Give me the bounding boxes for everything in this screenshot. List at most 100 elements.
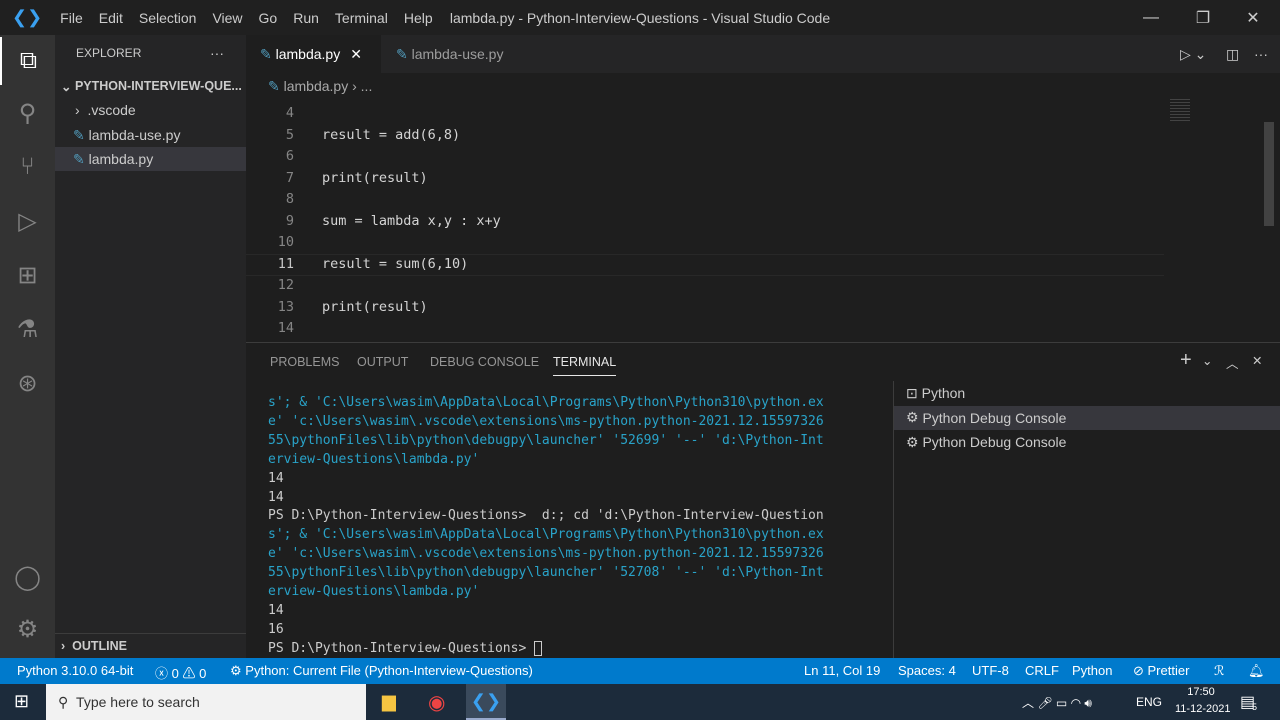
terminal-line: 14 <box>268 489 284 505</box>
chevron-right-icon: › <box>61 638 73 653</box>
item-label: lambda-use.py <box>88 127 181 143</box>
terminal-row: 55\pythonFiles\lib\python\debugpy\launch… <box>268 432 888 451</box>
run-config[interactable]: ⚙ Python: Current File (Python-Interview… <box>230 663 533 679</box>
terminal-item-debug-1[interactable]: ⚙ Python Debug Console <box>894 405 1280 430</box>
terminal-item-python[interactable]: ⊡ Python <box>894 381 1280 406</box>
explorer-icon[interactable]: ⧉ <box>0 37 55 85</box>
editor-tabs: ✎ lambda.py ✕ ✎ lambda-use.py ▷ ⌄ ◫ ··· <box>246 35 1280 73</box>
problems-status[interactable]: ⓧ 0 ⚠ 0 <box>155 663 206 682</box>
taskbar-search[interactable]: ⚲ Type here to search <box>46 684 366 720</box>
vscode-taskbar-icon[interactable]: ❮❯ <box>466 684 506 720</box>
terminal-line: 55\pythonFiles\lib\python\debugpy\launch… <box>268 565 824 581</box>
terminal-row: 14 <box>268 489 888 508</box>
tab-lambda-use[interactable]: ✎ lambda-use.py <box>382 35 542 73</box>
line-number: 12 <box>277 277 294 293</box>
outline-label: OUTLINE <box>72 638 127 653</box>
terminal-line: PS D:\Python-Interview-Questions> d:; cd… <box>268 508 824 524</box>
source-control-icon[interactable]: ⑂ <box>0 143 55 191</box>
language-mode[interactable]: Python <box>1072 663 1112 678</box>
chrome-icon[interactable]: ◉ <box>428 690 445 715</box>
tab-terminal[interactable]: TERMINAL <box>553 355 617 376</box>
menu-file[interactable]: File <box>52 10 91 26</box>
maximize-panel-icon[interactable]: ︿ <box>1226 353 1239 372</box>
more-actions-icon[interactable]: ··· <box>1240 35 1280 73</box>
breadcrumb-file[interactable]: lambda.py <box>284 78 349 94</box>
remote-icon[interactable]: ⊛ <box>0 359 55 407</box>
minimize-button[interactable]: — <box>1128 0 1174 35</box>
outline-section[interactable]: › OUTLINE <box>55 633 246 657</box>
system-tray-icons[interactable]: ︿ 🎤︎ ▭ ◠ 🔊︎ <box>1022 694 1092 711</box>
account-icon[interactable]: ◯ <box>0 553 55 601</box>
restore-button[interactable]: ❐ <box>1180 0 1226 35</box>
line-number: 10 <box>277 234 294 250</box>
warning-icon: ⚠ <box>182 666 200 681</box>
feedback-icon[interactable]: ℛ <box>1214 663 1224 679</box>
clock-date[interactable]: 11-12-2021 <box>1175 703 1230 715</box>
more-actions-icon[interactable]: ··· <box>210 41 240 65</box>
tab-output[interactable]: OUTPUT <box>357 355 408 369</box>
code-line[interactable]: print(result) <box>322 170 428 186</box>
prettier-status[interactable]: ⊘ Prettier <box>1133 663 1189 679</box>
tab-debug-console[interactable]: DEBUG CONSOLE <box>430 355 539 369</box>
chevron-down-icon[interactable]: ⌄ <box>1202 353 1212 368</box>
terminal-line: s'; & 'C:\Users\wasim\AppData\Local\Prog… <box>268 527 824 543</box>
cursor-position[interactable]: Ln 11, Col 19 <box>804 663 880 678</box>
close-panel-icon[interactable]: ✕ <box>1252 353 1262 368</box>
indentation[interactable]: Spaces: 4 <box>898 663 956 678</box>
menu-edit[interactable]: Edit <box>91 10 131 26</box>
tab-label: lambda.py <box>275 46 341 62</box>
line-ending[interactable]: CRLF <box>1025 663 1059 678</box>
new-terminal-icon[interactable]: + <box>1180 349 1192 372</box>
terminal-icon: ⊡ <box>906 384 922 401</box>
menu-go[interactable]: Go <box>251 10 286 26</box>
terminal-label: Python <box>921 385 966 402</box>
editor-scrollbar[interactable] <box>1264 122 1274 226</box>
tab-label: lambda-use.py <box>411 46 504 62</box>
chevron-right-icon: › <box>348 78 361 94</box>
windows-start-icon[interactable]: ⊞ <box>14 691 29 712</box>
terminal-item-debug-2[interactable]: ⚙ Python Debug Console <box>894 430 1280 455</box>
python-file-icon: ✎ <box>260 45 276 62</box>
testing-icon[interactable]: ⚗ <box>0 305 55 353</box>
close-tab-icon[interactable]: ✕ <box>350 46 362 63</box>
tree-item-lambda-use[interactable]: ✎ lambda-use.py <box>55 123 246 147</box>
item-label: lambda.py <box>88 151 154 167</box>
minimap[interactable] <box>1170 99 1262 121</box>
menu-view[interactable]: View <box>204 10 250 26</box>
code-line[interactable]: sum = lambda x,y : x+y <box>322 213 501 229</box>
tab-problems[interactable]: PROBLEMS <box>270 355 339 369</box>
terminal-label: Python Debug Console <box>922 409 1067 426</box>
extensions-icon[interactable]: ⊞ <box>0 251 55 299</box>
menu-help[interactable]: Help <box>396 10 441 26</box>
tab-lambda[interactable]: ✎ lambda.py ✕ <box>246 35 381 73</box>
input-language[interactable]: ENG <box>1136 695 1162 709</box>
code-line[interactable]: result = add(6,8) <box>322 127 460 143</box>
folder-root[interactable]: ⌄ PYTHON-INTERVIEW-QUE... <box>55 74 246 98</box>
terminal-cursor <box>534 640 543 656</box>
tree-item-vscode[interactable]: › .vscode <box>55 98 246 122</box>
terminal-line: s'; & 'C:\Users\wasim\AppData\Local\Prog… <box>268 395 824 410</box>
terminal-output[interactable]: s'; & 'C:\Users\wasim\AppData\Local\Prog… <box>268 394 888 659</box>
menu-run[interactable]: Run <box>285 10 327 26</box>
menu-selection[interactable]: Selection <box>131 10 205 26</box>
tree-item-lambda[interactable]: ✎ lambda.py <box>55 147 246 171</box>
terminal-row: erview-Questions\lambda.py' <box>268 583 888 602</box>
settings-gear-icon[interactable]: ⚙ <box>0 605 55 653</box>
code-editor[interactable]: 4 5 result = add(6,8) 6 7 print(result) 8 9 sum … <box>246 99 1280 342</box>
prettier-label: Prettier <box>1147 663 1190 678</box>
code-line[interactable]: print(result) <box>322 299 428 315</box>
close-window-button[interactable]: ✕ <box>1230 0 1276 35</box>
code-line[interactable]: result = sum(6,10) <box>322 256 468 272</box>
encoding[interactable]: UTF-8 <box>972 663 1009 678</box>
search-icon[interactable]: ⚲ <box>0 89 55 137</box>
menu-terminal[interactable]: Terminal <box>327 10 396 26</box>
clock-time[interactable]: 17:50 <box>1183 686 1219 698</box>
file-explorer-icon[interactable]: ▆ <box>382 691 396 712</box>
terminal-line: erview-Questions\lambda.py' <box>268 584 480 600</box>
python-file-icon: ✎ <box>268 77 284 94</box>
bottom-panel: PROBLEMS OUTPUT DEBUG CONSOLE TERMINAL +… <box>246 342 1280 659</box>
notifications-bell-icon[interactable]: 🔔︎ <box>1248 663 1265 679</box>
run-debug-icon[interactable]: ▷ <box>0 197 55 245</box>
breadcrumb-symbol[interactable]: ... <box>361 78 373 94</box>
python-interpreter[interactable]: Python 3.10.0 64-bit <box>17 663 133 678</box>
